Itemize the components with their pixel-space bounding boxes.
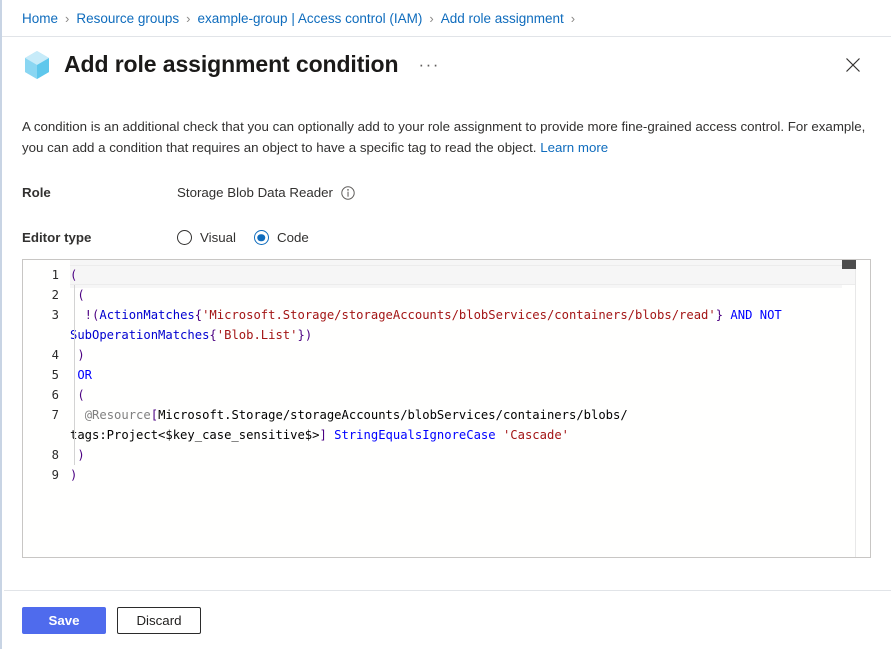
editor-code-token: [ (151, 408, 158, 422)
editor-vertical-scrollbar[interactable] (842, 260, 856, 557)
breadcrumb-item-resource-groups[interactable]: Resource groups (76, 11, 179, 26)
editor-code-line: ) (70, 345, 870, 365)
breadcrumb-separator-icon: › (186, 11, 190, 26)
editor-code-token: }) (297, 328, 312, 342)
editor-code-token: { (209, 328, 216, 342)
editor-code-token: StringEqualsIgnoreCase (334, 428, 495, 442)
editor-code-line: SubOperationMatches{'Blob.List'}) (70, 325, 870, 345)
role-value-group: Storage Blob Data Reader (177, 185, 355, 200)
breadcrumb-item-add-role-assignment[interactable]: Add role assignment (441, 11, 564, 26)
breadcrumb-separator-icon: › (571, 11, 575, 26)
blade-footer: Save Discard (4, 590, 891, 649)
editor-code-token: ( (70, 268, 77, 282)
editor-code-token: tags:Project<$key_case_sensitive$> (70, 428, 319, 442)
role-row: Role Storage Blob Data Reader (22, 185, 871, 200)
save-button[interactable]: Save (22, 607, 106, 634)
radio-label-code: Code (277, 230, 309, 245)
radio-option-code[interactable]: Code (254, 230, 309, 245)
breadcrumb-separator-icon: › (429, 11, 433, 26)
editor-line-number: 8 (23, 445, 70, 465)
editor-code-line: ) (70, 445, 870, 465)
editor-line-number (23, 425, 70, 445)
editor-code-area[interactable]: ( ( !(ActionMatches{'Microsoft.Storage/s… (70, 260, 870, 557)
radio-option-visual[interactable]: Visual (177, 230, 236, 245)
editor-line-number-gutter: 123 4567 89 (23, 260, 70, 557)
editor-code-line: ( (70, 265, 870, 285)
discard-button[interactable]: Discard (117, 607, 201, 634)
editor-line-number: 6 (23, 385, 70, 405)
editor-code-token: Microsoft.Storage/storageAccounts/blobSe… (158, 408, 628, 422)
editor-line-number: 1 (23, 265, 70, 285)
editor-code-token: ActionMatches (99, 308, 194, 322)
radio-label-visual: Visual (200, 230, 236, 245)
editor-code-token: 'Cascade' (503, 428, 569, 442)
editor-code-token: ( (70, 388, 85, 402)
azure-cube-icon (22, 49, 52, 81)
editor-type-row: Editor type Visual Code (22, 230, 871, 245)
editor-overview-ruler (855, 260, 870, 557)
condition-description: A condition is an additional check that … (22, 116, 867, 158)
blade-header: Add role assignment condition ··· (2, 37, 891, 92)
editor-code-token: @Resource (85, 408, 151, 422)
editor-code-token: AND NOT (730, 308, 781, 322)
editor-scrollbar-thumb[interactable] (842, 260, 856, 269)
editor-type-label: Editor type (22, 230, 177, 245)
editor-code-line: OR (70, 365, 870, 385)
breadcrumb-item-access-control[interactable]: example-group | Access control (IAM) (198, 11, 423, 26)
breadcrumb-separator-icon: › (65, 11, 69, 26)
editor-code-token: SubOperationMatches (70, 328, 209, 342)
editor-code-token: 'Microsoft.Storage/storageAccounts/blobS… (202, 308, 716, 322)
add-role-assignment-condition-blade: Home › Resource groups › example-group |… (0, 0, 891, 649)
editor-code-token: ) (70, 468, 77, 482)
editor-code-line: ( (70, 385, 870, 405)
editor-line-number (23, 325, 70, 345)
editor-code-token: OR (77, 368, 92, 382)
editor-line-number: 5 (23, 365, 70, 385)
editor-line-number: 3 (23, 305, 70, 325)
editor-line-number: 4 (23, 345, 70, 365)
editor-code-line: ) (70, 465, 870, 485)
editor-code-line: @Resource[Microsoft.Storage/storageAccou… (70, 405, 870, 425)
editor-line-number: 9 (23, 465, 70, 485)
breadcrumb-item-home[interactable]: Home (22, 11, 58, 26)
indent-guide (74, 285, 75, 465)
info-icon[interactable] (341, 186, 355, 200)
breadcrumb: Home › Resource groups › example-group |… (2, 0, 891, 37)
editor-code-token: { (195, 308, 202, 322)
editor-line-number: 7 (23, 405, 70, 425)
condition-code-editor[interactable]: 123 4567 89 ( ( !(ActionMatches{'Microso… (22, 259, 871, 558)
editor-code-line: ( (70, 285, 870, 305)
editor-code-token (70, 408, 85, 422)
editor-code-token: ) (70, 348, 85, 362)
learn-more-link[interactable]: Learn more (540, 140, 608, 155)
editor-type-radio-group: Visual Code (177, 230, 327, 245)
editor-line-number: 2 (23, 285, 70, 305)
editor-code-token: 'Blob.List' (217, 328, 298, 342)
role-label: Role (22, 185, 177, 200)
editor-code-line: tags:Project<$key_case_sensitive$>] Stri… (70, 425, 870, 445)
editor-code-token: } (716, 308, 723, 322)
editor-code-token: ( (70, 288, 85, 302)
editor-code-token: ) (70, 448, 85, 462)
condition-description-text: A condition is an additional check that … (22, 119, 865, 155)
editor-code-line: !(ActionMatches{'Microsoft.Storage/stora… (70, 305, 870, 325)
more-options-icon[interactable]: ··· (418, 60, 439, 70)
role-value: Storage Blob Data Reader (177, 185, 333, 200)
editor-code-token: ] (319, 428, 326, 442)
radio-circle-icon (254, 230, 269, 245)
close-icon[interactable] (841, 53, 865, 77)
page-title: Add role assignment condition (64, 51, 398, 78)
editor-code-token (496, 428, 503, 442)
radio-circle-icon (177, 230, 192, 245)
editor-inner: 123 4567 89 ( ( !(ActionMatches{'Microso… (23, 260, 870, 557)
